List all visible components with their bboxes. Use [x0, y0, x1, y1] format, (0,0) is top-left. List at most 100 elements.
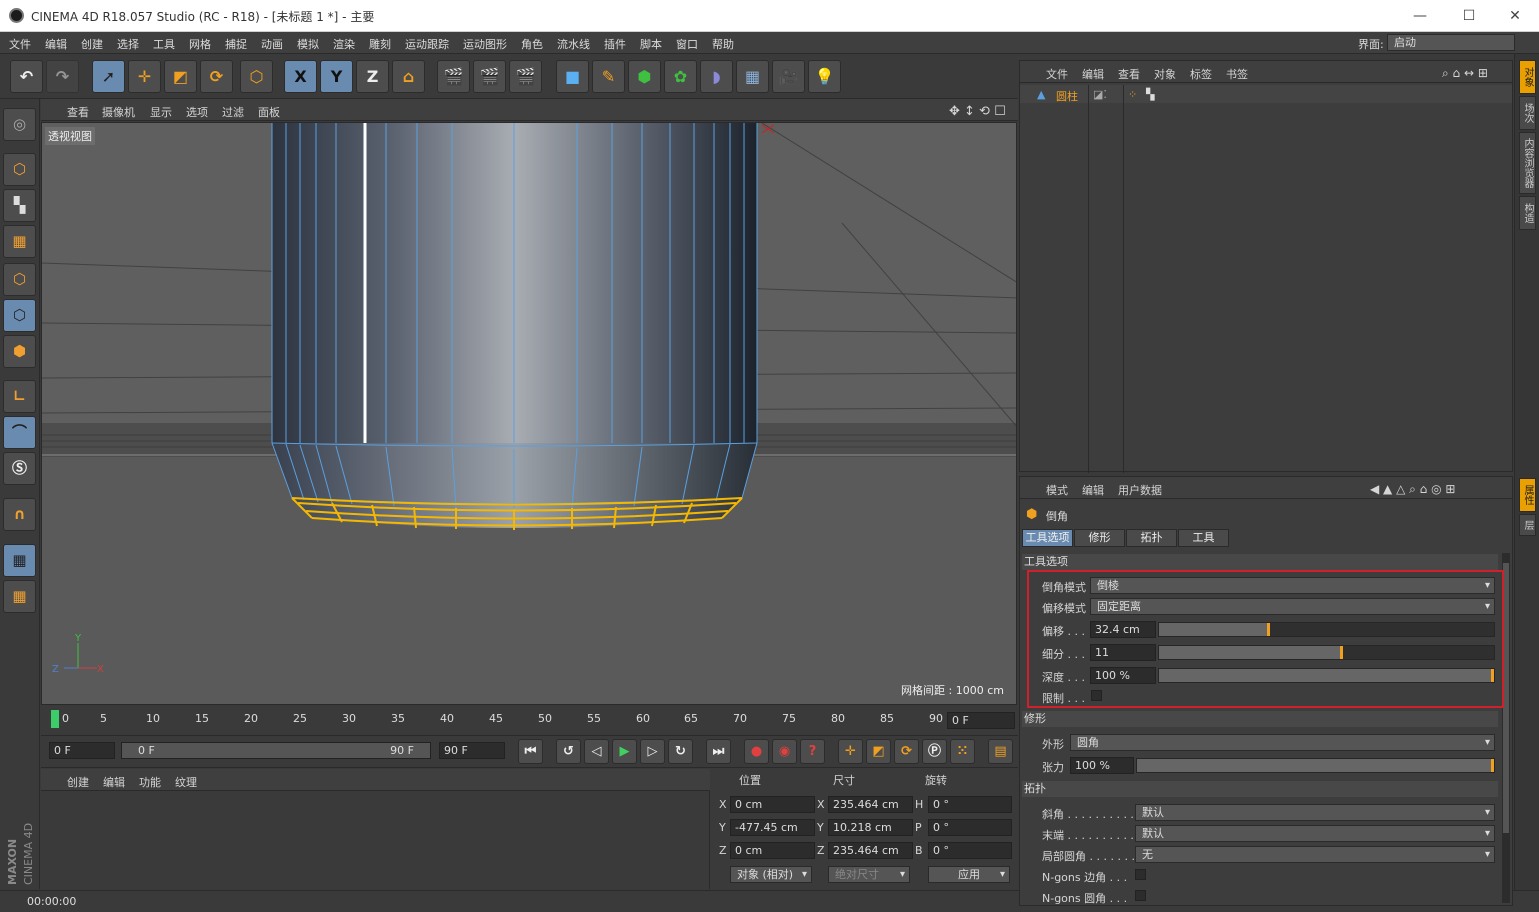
make-editable-button[interactable]: ◎ — [3, 108, 36, 141]
coordinate-mode-select[interactable]: 对象 (相对) — [730, 866, 812, 883]
tension-slider[interactable] — [1136, 758, 1495, 773]
add-floor-button[interactable]: ▦ — [736, 60, 769, 93]
y-axis-lock-button[interactable]: Y — [320, 60, 353, 93]
obj-menu-edit[interactable]: 编辑 — [1082, 66, 1104, 82]
model-mode-button[interactable]: ⬡ — [3, 153, 36, 186]
object-name-cylinder[interactable]: 圆柱 — [1056, 88, 1078, 104]
attr-menu-userdata[interactable]: 用户数据 — [1118, 482, 1162, 498]
minimize-button[interactable]: — — [1405, 5, 1435, 27]
play-button[interactable]: ▶ — [612, 739, 637, 764]
pos-x-field[interactable]: 0 cm — [730, 796, 815, 813]
obj-search-home-icons[interactable]: ⌕ ⌂ ↔ ⊞ — [1442, 66, 1488, 81]
scale-tool-button[interactable]: ◩ — [164, 60, 197, 93]
tab-attributes[interactable]: 属性 — [1519, 478, 1536, 512]
maximize-button[interactable]: ☐ — [1454, 5, 1484, 27]
obj-menu-bookmarks[interactable]: 书签 — [1226, 66, 1248, 82]
viewport-scene[interactable]: Y X Z — [42, 123, 1017, 705]
timeline-window-button[interactable]: ▤ — [988, 739, 1013, 764]
menu-pipeline[interactable]: 流水线 — [557, 36, 590, 52]
menu-simulate[interactable]: 模拟 — [297, 36, 319, 52]
tab-content-browser[interactable]: 内容浏览器 — [1519, 132, 1536, 194]
lock-workplane-button[interactable]: ▦ — [3, 544, 36, 577]
add-subdivision-button[interactable]: ⬢ — [628, 60, 661, 93]
obj-menu-file[interactable]: 文件 — [1046, 66, 1068, 82]
undo-button[interactable]: ↶ — [10, 60, 43, 93]
tab-tool-options[interactable]: 工具选项 — [1022, 529, 1073, 547]
rotate-tool-button[interactable]: ⟳ — [200, 60, 233, 93]
material-manager[interactable]: 创建 编辑 功能 纹理 — [41, 769, 710, 889]
size-mode-select[interactable]: 绝对尺寸 — [828, 866, 910, 883]
texture-mode-button[interactable]: ▚ — [3, 189, 36, 222]
size-x-field[interactable]: 235.464 cm — [828, 796, 913, 813]
add-cube-button[interactable]: ■ — [556, 60, 589, 93]
attr-menu-edit[interactable]: 编辑 — [1082, 482, 1104, 498]
go-to-start-button[interactable]: ⏮ — [518, 739, 543, 764]
points-mode-button[interactable]: ⬡ — [3, 263, 36, 296]
pos-y-field[interactable]: -477.45 cm — [730, 819, 815, 836]
edges-mode-button[interactable]: ⬡ — [3, 299, 36, 332]
shape-select[interactable]: 圆角 — [1070, 734, 1495, 751]
tab-objects[interactable]: 对象 — [1519, 60, 1536, 94]
obj-menu-view[interactable]: 查看 — [1118, 66, 1140, 82]
render-settings-button[interactable]: 🎬 — [509, 60, 542, 93]
viewport-menu-panel[interactable]: 面板 — [258, 104, 280, 120]
rot-b-field[interactable]: 0 ° — [928, 842, 1012, 859]
live-selection-button[interactable]: ➚ — [92, 60, 125, 93]
ngons-rounding-checkbox[interactable] — [1135, 890, 1146, 901]
key-position-button[interactable]: ✛ — [838, 739, 863, 764]
workplane-mode-button[interactable]: ▦ — [3, 225, 36, 258]
key-scale-button[interactable]: ◩ — [866, 739, 891, 764]
texture-tag-icon[interactable]: ▚ — [1146, 88, 1154, 101]
key-rotation-button[interactable]: ⟳ — [894, 739, 919, 764]
coordinate-system-button[interactable]: ⌂ — [392, 60, 425, 93]
attr-nav-icons[interactable]: ◀ ▲ △ ⌕ ⌂ ◎ ⊞ — [1370, 482, 1455, 497]
viewport-nav-icons[interactable]: ✥ ↕ ⟲ ☐ — [949, 104, 1006, 119]
go-to-next-frame-button[interactable]: ▷ — [640, 739, 665, 764]
menu-mesh[interactable]: 网格 — [189, 36, 211, 52]
go-to-next-key-button[interactable]: ↻ — [668, 739, 693, 764]
menu-snap[interactable]: 捕捉 — [225, 36, 247, 52]
menu-help[interactable]: 帮助 — [712, 36, 734, 52]
render-view-button[interactable]: 🎬 — [437, 60, 470, 93]
miter-select[interactable]: 默认 — [1135, 804, 1495, 821]
menu-render[interactable]: 渲染 — [333, 36, 355, 52]
visibility-dots-icon[interactable]: ◪⁚ — [1093, 88, 1107, 101]
axis-mode-button[interactable]: ∟ — [3, 380, 36, 413]
tab-topology[interactable]: 拓扑 — [1126, 529, 1177, 547]
size-z-field[interactable]: 235.464 cm — [828, 842, 913, 859]
tweak-mode-button[interactable]: ⌒ — [3, 416, 36, 449]
menu-file[interactable]: 文件 — [9, 36, 31, 52]
viewport-menu-options[interactable]: 选项 — [186, 104, 208, 120]
menu-window[interactable]: 窗口 — [676, 36, 698, 52]
record-active-button[interactable]: ● — [744, 739, 769, 764]
autokey-button[interactable]: ◉ — [772, 739, 797, 764]
key-pla-button[interactable]: ⁙ — [950, 739, 975, 764]
perspective-viewport[interactable]: Y X Z 透视视图 网格间距 : 1000 cm — [41, 122, 1017, 705]
menu-select[interactable]: 选择 — [117, 36, 139, 52]
key-parameter-button[interactable]: Ⓟ — [922, 739, 947, 764]
viewport-menu-filter[interactable]: 过滤 — [222, 104, 244, 120]
viewport-menu-view[interactable]: 查看 — [67, 104, 89, 120]
menu-tools[interactable]: 工具 — [153, 36, 175, 52]
solo-button[interactable]: Ⓢ — [3, 452, 36, 485]
material-menu-create[interactable]: 创建 — [67, 774, 89, 790]
add-light-button[interactable]: 💡 — [808, 60, 841, 93]
go-to-previous-key-button[interactable]: ↺ — [556, 739, 581, 764]
snap-button[interactable]: ∩ — [3, 498, 36, 531]
menu-script[interactable]: 脚本 — [640, 36, 662, 52]
pos-z-field[interactable]: 0 cm — [730, 842, 815, 859]
menu-motion-tracking[interactable]: 运动跟踪 — [405, 36, 449, 52]
size-y-field[interactable]: 10.218 cm — [828, 819, 913, 836]
start-frame-field[interactable]: 0 F — [49, 742, 115, 759]
redo-button[interactable]: ↷ — [46, 60, 79, 93]
menu-mograph[interactable]: 运动图形 — [463, 36, 507, 52]
material-menu-edit[interactable]: 编辑 — [103, 774, 125, 790]
render-to-picture-viewer-button[interactable]: 🎬 — [473, 60, 506, 93]
tab-layers[interactable]: 层 — [1519, 514, 1536, 536]
menu-sculpt[interactable]: 雕刻 — [369, 36, 391, 52]
preview-range-slider[interactable]: 0 F 90 F — [121, 742, 431, 759]
go-to-previous-frame-button[interactable]: ◁ — [584, 739, 609, 764]
menu-create[interactable]: 创建 — [81, 36, 103, 52]
close-button[interactable]: ✕ — [1500, 5, 1530, 27]
attr-menu-mode[interactable]: 模式 — [1046, 482, 1068, 498]
